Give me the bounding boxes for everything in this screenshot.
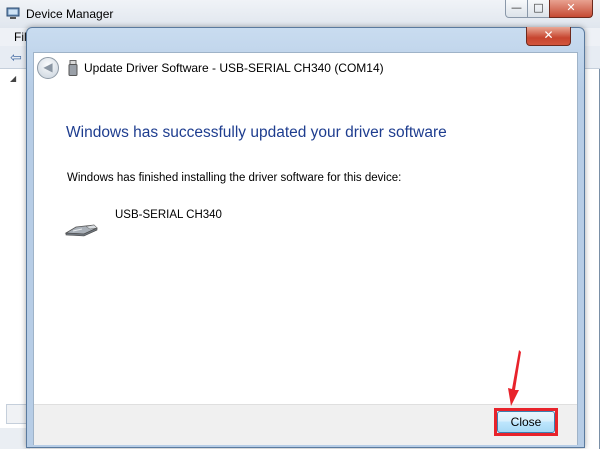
highlight-box-annotation [494, 408, 558, 436]
red-arrow-annotation [508, 350, 521, 406]
toolbar-back-icon[interactable]: ⇦ [10, 50, 22, 66]
tree-expand-icon[interactable]: ◢ [10, 74, 16, 83]
install-message: Windows has finished installing the driv… [67, 172, 402, 184]
minimize-button[interactable]: — [505, 0, 528, 18]
dialog-header-title: Update Driver Software - USB-SERIAL CH34… [84, 61, 384, 75]
device-name-label: USB-SERIAL CH340 [115, 209, 222, 221]
device-manager-icon [6, 7, 20, 19]
dialog-close-button[interactable]: ✕ [526, 27, 571, 46]
window-close-button[interactable]: ✕ [549, 0, 593, 18]
device-manager-titlebar: Device Manager — □ ✕ [0, 0, 600, 28]
device-manager-title: Device Manager [26, 7, 114, 21]
usb-plug-icon [64, 224, 98, 237]
usb-drive-icon [68, 60, 78, 76]
menu-file[interactable]: Fil [14, 30, 27, 44]
back-arrow-button[interactable]: ◀ [37, 57, 59, 79]
update-driver-dialog: ✕ ◀ Update Driver Software - USB-SERIAL … [26, 27, 585, 448]
success-heading: Windows has successfully updated your dr… [66, 124, 447, 141]
maximize-button[interactable]: □ [527, 0, 550, 18]
dialog-content: ◀ Update Driver Software - USB-SERIAL CH… [33, 52, 578, 445]
